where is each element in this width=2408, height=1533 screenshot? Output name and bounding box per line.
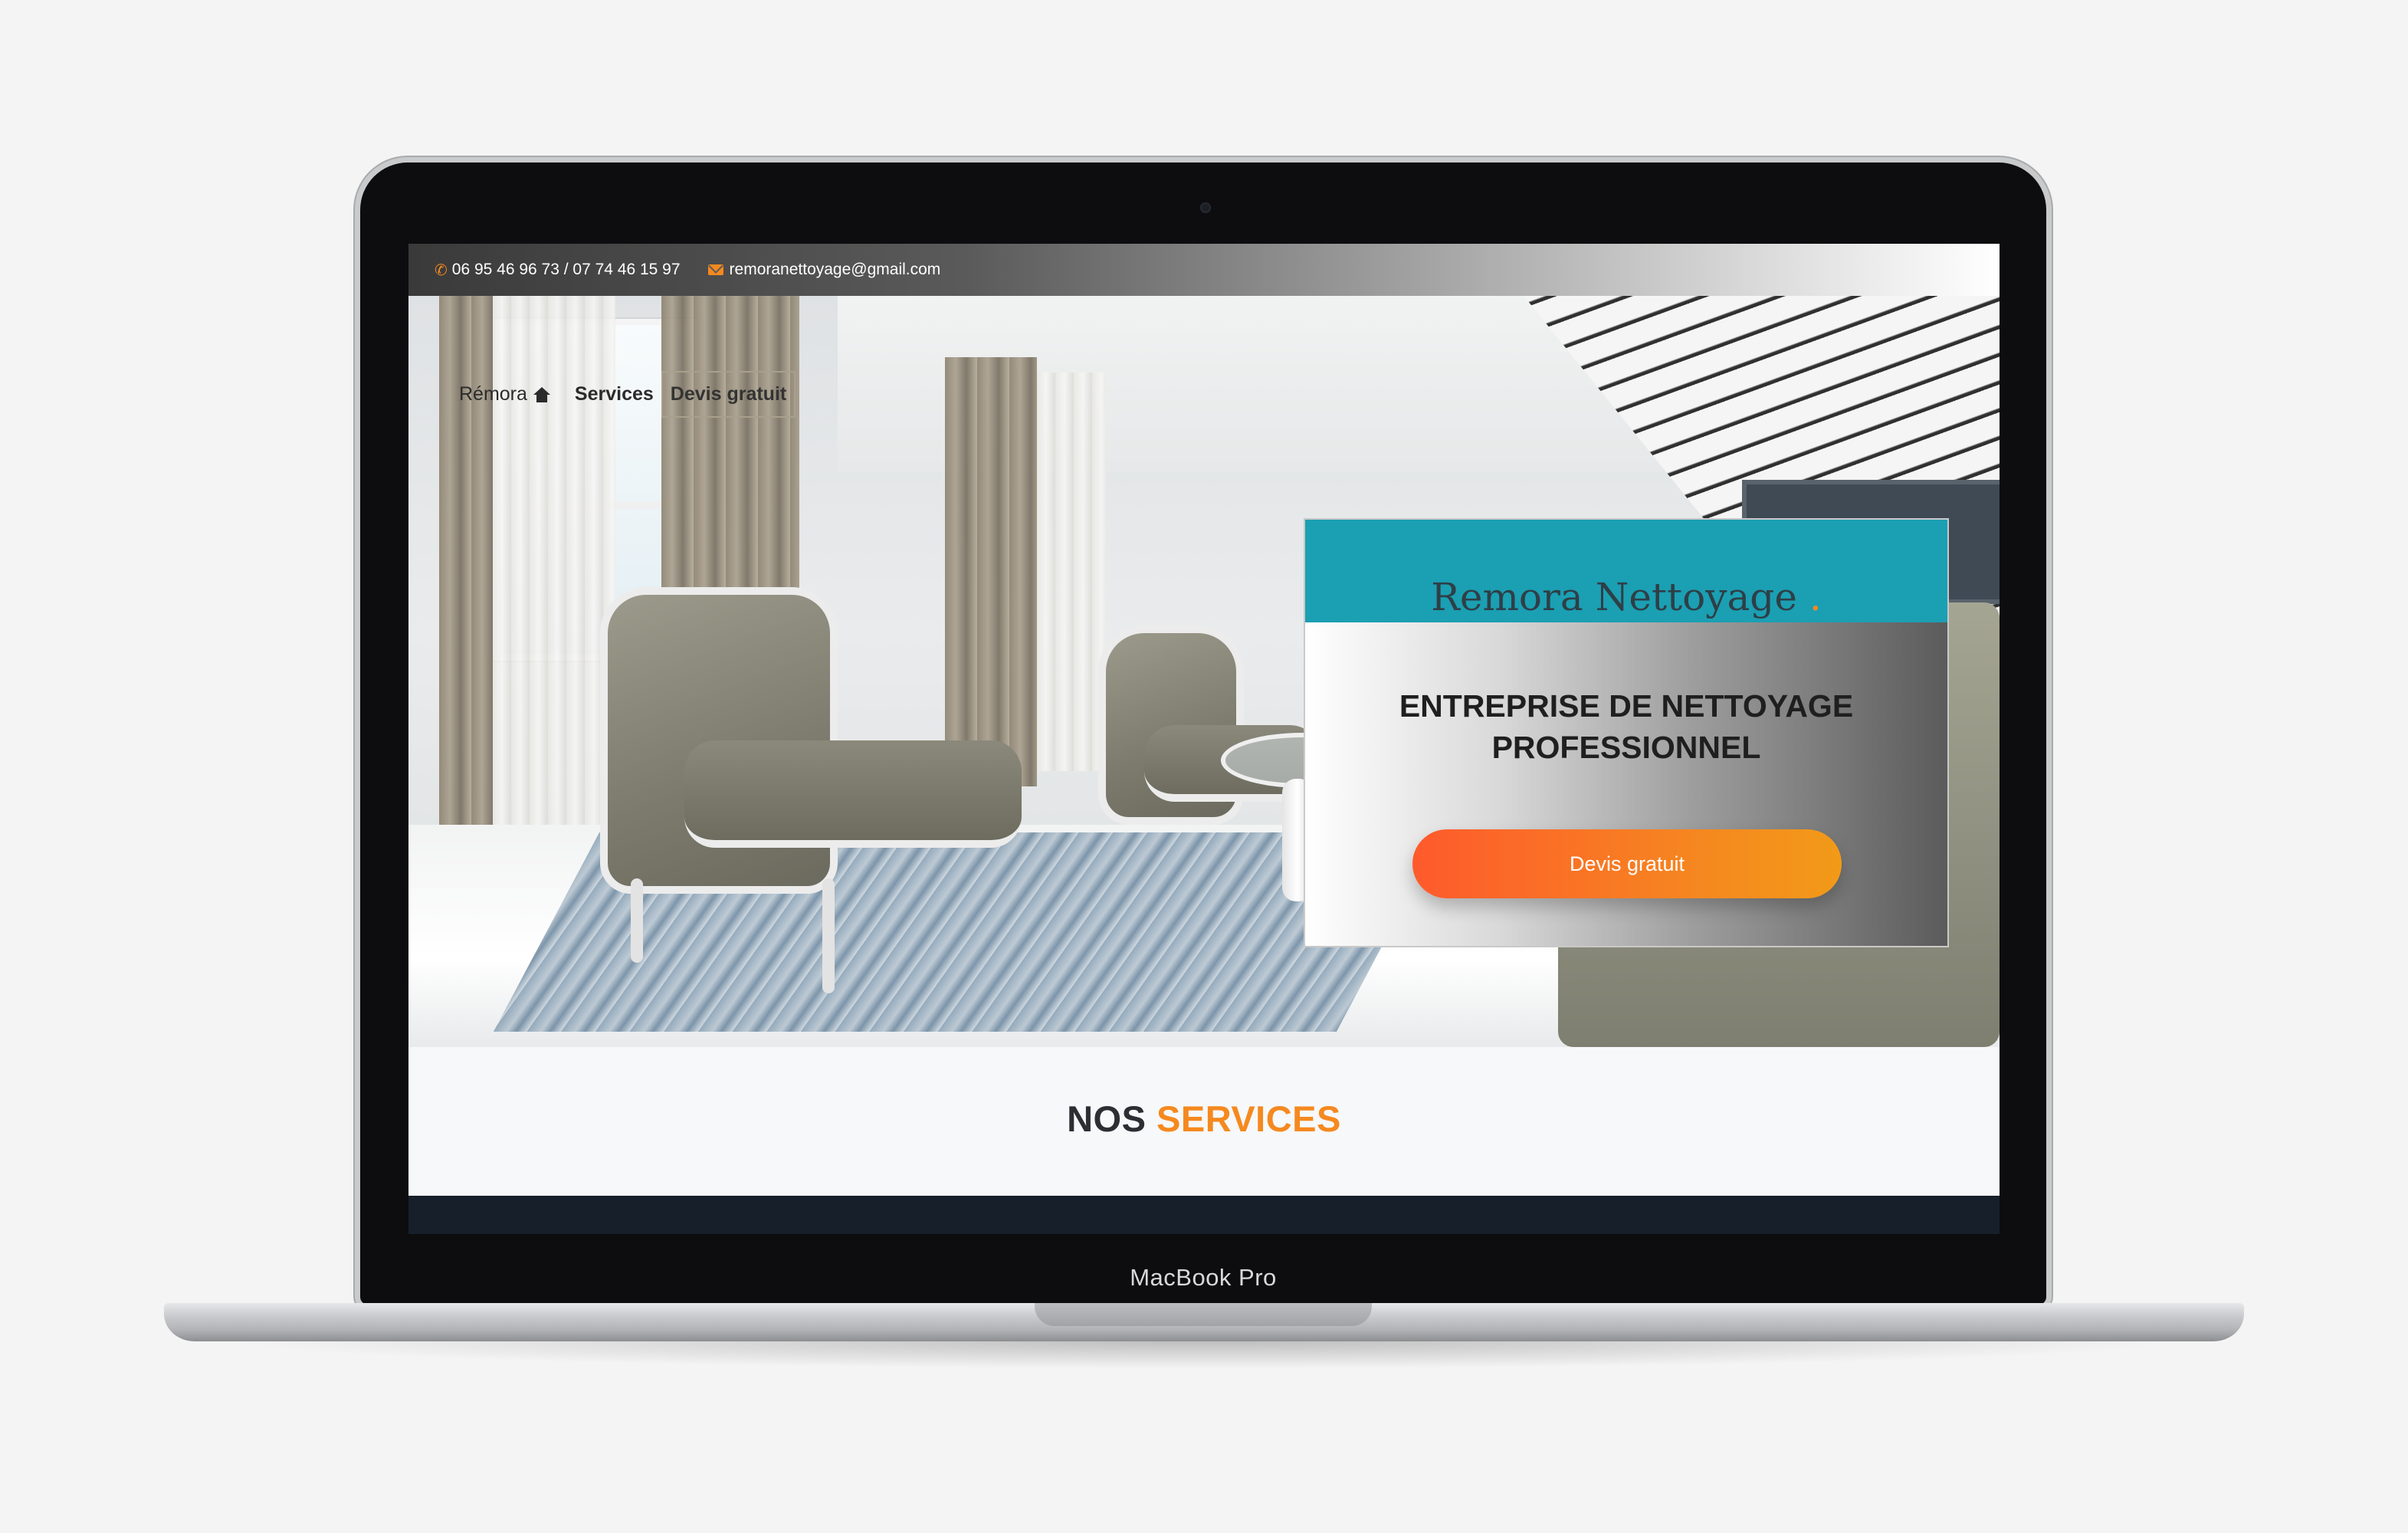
contact-bar: ✆ 06 95 46 96 73 / 07 74 46 15 97 remora… (408, 244, 2000, 296)
hero-section: Rémora Services Devis gratuit Remora Net… (408, 296, 2000, 1047)
hero-card: Remora Nettoyage . ENTREPRISE DE NETTOYA… (1304, 518, 1949, 947)
dark-band (408, 1196, 2000, 1234)
hero-photo-armchair-seat (684, 740, 1022, 848)
services-title-part1: NOS (1067, 1098, 1147, 1139)
services-section: NOS SERVICES (408, 1047, 2000, 1196)
company-title: Remora Nettoyage . (1305, 572, 1947, 622)
hero-heading: ENTREPRISE DE NETTOYAGE PROFESSIONNEL (1399, 688, 1854, 765)
envelope-icon (707, 264, 723, 275)
email-contact[interactable]: remoranettoyage@gmail.com (707, 261, 941, 279)
hero-photo-armchair-leg (631, 878, 643, 963)
quote-cta-button[interactable]: Devis gratuit (1412, 829, 1842, 898)
hero-card-header: Remora Nettoyage . (1305, 520, 1947, 622)
home-icon[interactable] (533, 386, 550, 402)
company-name: Remora Nettoyage (1431, 575, 1797, 619)
laptop-notch (1035, 1303, 1372, 1326)
phone-icon: ✆ (435, 261, 448, 279)
camera-icon (1200, 202, 1211, 213)
device-label: MacBook Pro (1130, 1264, 1277, 1291)
services-title: NOS SERVICES (408, 1047, 2000, 1140)
company-dot: . (1809, 575, 1822, 619)
main-nav: Rémora Services Devis gratuit (459, 371, 796, 418)
nav-services-link[interactable]: Services (575, 383, 654, 405)
browser-screen: ✆ 06 95 46 96 73 / 07 74 46 15 97 remora… (408, 244, 2000, 1234)
brand-label[interactable]: Rémora (459, 383, 527, 405)
hero-photo-sheer-curtain (1037, 373, 1106, 771)
services-title-part2: SERVICES (1156, 1098, 1341, 1139)
nav-quote-button[interactable]: Devis gratuit (661, 371, 796, 418)
hero-photo-curtain (945, 357, 1037, 786)
nav-brand[interactable]: Rémora (459, 383, 550, 405)
phone-contact[interactable]: ✆ 06 95 46 96 73 / 07 74 46 15 97 (435, 261, 681, 280)
hero-photo-armchair-leg (822, 878, 835, 993)
hero-card-body: ENTREPRISE DE NETTOYAGE PROFESSIONNEL Dev… (1305, 622, 1947, 946)
laptop-shadow (230, 1341, 2177, 1369)
email-address[interactable]: remoranettoyage@gmail.com (730, 261, 941, 279)
phone-number[interactable]: 06 95 46 96 73 / 07 74 46 15 97 (452, 261, 681, 279)
